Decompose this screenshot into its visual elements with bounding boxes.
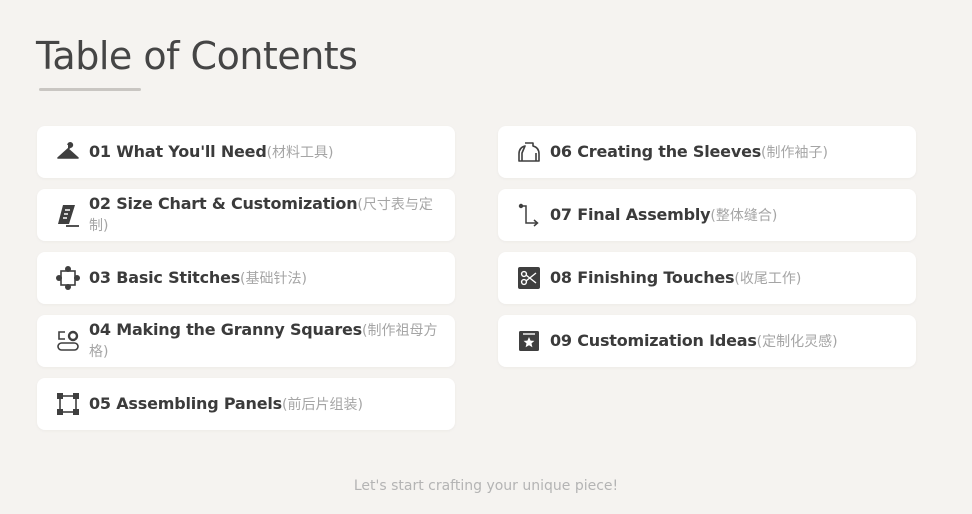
shirt-icon [514,137,544,167]
page-title: Table of Contents [36,34,358,78]
toc-item-title: 01 What You'll Need [89,141,267,161]
toc-item-subtitle: (定制化灵感) [756,333,838,350]
scissors-icon [514,263,544,293]
stitch-nodes-icon [53,263,83,293]
toc-item-02[interactable]: 02 Size Chart & Customization(尺寸表与定制) [37,189,455,241]
star-badge-icon [514,326,544,356]
toc-item-label: 07 Final Assembly(整体缝合) [550,205,777,226]
toc-item-subtitle: (基础针法) [240,270,307,287]
toc-item-09[interactable]: 09 Customization Ideas(定制化灵感) [498,315,916,367]
toc-item-title: 04 Making the Granny Squares [89,320,362,339]
toc-item-04[interactable]: 04 Making the Granny Squares(制作祖母方格) [37,315,455,367]
toc-item-title: 05 Assembling Panels [89,393,282,413]
path-arrow-icon [514,200,544,230]
toc-item-title: 09 Customization Ideas [550,330,757,350]
toc-item-label: 03 Basic Stitches(基础针法) [89,268,307,289]
toc-item-subtitle: (收尾工作) [734,270,802,287]
toc-item-title: 06 Creating the Sleeves [550,141,762,161]
toc-item-01[interactable]: 01 What You'll Need(材料工具) [37,126,455,178]
toc-item-label: 06 Creating the Sleeves(制作袖子) [550,142,828,163]
toc-item-label: 08 Finishing Touches(收尾工作) [550,268,801,289]
toc-item-label: 09 Customization Ideas(定制化灵感) [550,331,838,352]
toc-item-05[interactable]: 05 Assembling Panels(前后片组装) [37,378,455,430]
title-underline [39,88,141,91]
granny-square-icon [53,326,83,356]
ruler-icon [53,200,83,230]
toc-grid: 01 What You'll Need(材料工具) 06 Creating th… [37,126,916,430]
toc-item-03[interactable]: 03 Basic Stitches(基础针法) [37,252,455,304]
toc-item-title: 07 Final Assembly [550,204,711,224]
toc-item-subtitle: (前后片组装) [281,396,363,413]
toc-item-07[interactable]: 07 Final Assembly(整体缝合) [498,189,916,241]
toc-item-label: 02 Size Chart & Customization(尺寸表与定制) [89,194,441,236]
toc-item-title: 08 Finishing Touches [550,267,735,287]
footer-text: Let's start crafting your unique piece! [353,478,619,494]
panel-frame-icon [53,389,83,419]
toc-item-subtitle: (材料工具) [266,144,334,161]
toc-item-title: 03 Basic Stitches [89,267,241,287]
toc-item-08[interactable]: 08 Finishing Touches(收尾工作) [498,252,916,304]
toc-item-subtitle: (制作袖子) [761,144,828,161]
toc-item-label: 05 Assembling Panels(前后片组装) [89,394,363,415]
toc-item-06[interactable]: 06 Creating the Sleeves(制作袖子) [498,126,916,178]
toc-item-label: 04 Making the Granny Squares(制作祖母方格) [89,320,441,362]
toc-item-title: 02 Size Chart & Customization [89,194,358,213]
toc-item-subtitle: (整体缝合) [710,207,778,224]
toc-item-label: 01 What You'll Need(材料工具) [89,142,334,163]
hanger-icon [53,137,83,167]
